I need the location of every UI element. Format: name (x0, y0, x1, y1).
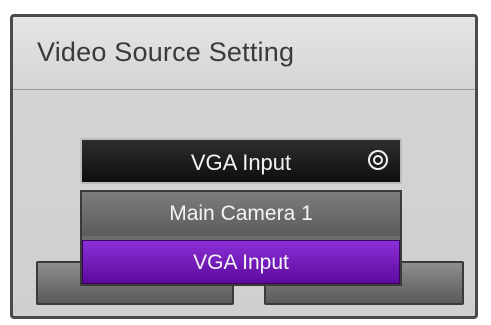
select-current-value: VGA Input (190, 150, 292, 175)
dialog-header: Video Source Setting (13, 17, 475, 90)
video-source-select[interactable]: VGA Input (80, 138, 402, 184)
video-source-dropdown: Main Camera 1 VGA Input (80, 190, 402, 286)
select-indicator-icon (368, 150, 388, 170)
dialog-title: Video Source Setting (37, 37, 295, 67)
option-main-camera-1[interactable]: Main Camera 1 (82, 192, 400, 236)
screen: Video Source Setting VGA Input Main Came… (0, 0, 491, 325)
option-vga-input[interactable]: VGA Input (82, 240, 400, 284)
